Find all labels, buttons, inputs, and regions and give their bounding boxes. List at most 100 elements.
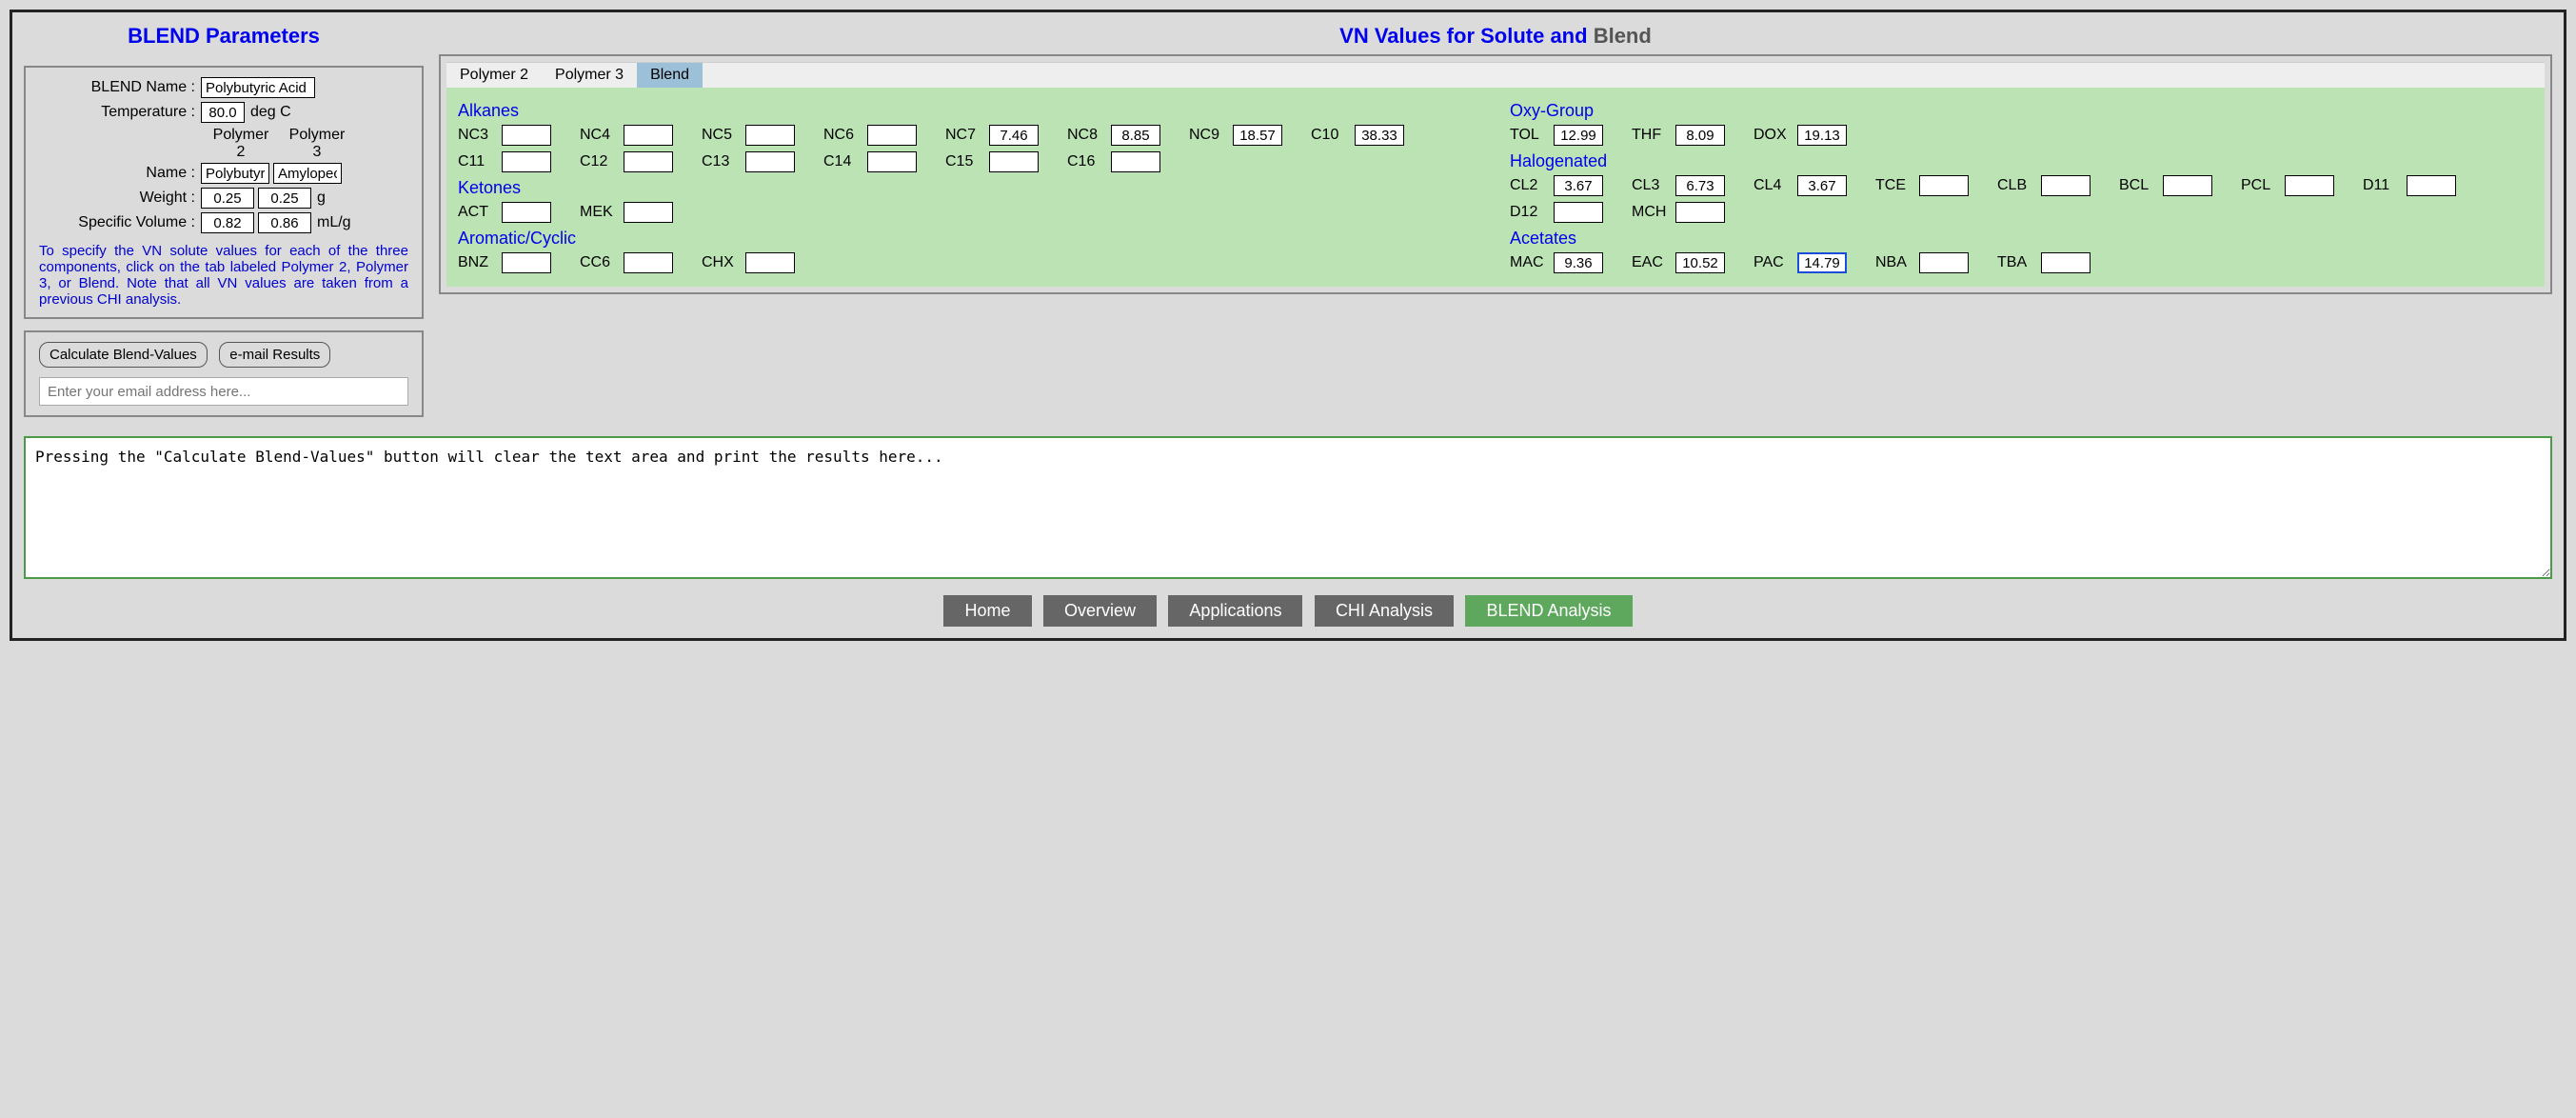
input-blend-name[interactable] <box>201 77 315 98</box>
label-spec-vol: Specific Volume : <box>39 214 201 231</box>
lbl-c13: C13 <box>702 153 745 170</box>
in-tce[interactable] <box>1919 175 1969 196</box>
lbl-cl4: CL4 <box>1754 177 1797 194</box>
in-c11[interactable] <box>502 151 551 172</box>
lbl-mch: MCH <box>1632 204 1675 221</box>
input-temperature[interactable] <box>201 102 245 123</box>
nav-home[interactable]: Home <box>943 595 1031 627</box>
in-mch[interactable] <box>1675 202 1725 223</box>
in-nc9[interactable] <box>1233 125 1282 146</box>
in-mac[interactable] <box>1554 252 1603 273</box>
vn-title-blue: VN Values for Solute and <box>1339 24 1594 48</box>
lbl-eac: EAC <box>1632 254 1675 271</box>
group-aromatic: Aromatic/Cyclic <box>458 229 1481 249</box>
in-d11[interactable] <box>2407 175 2456 196</box>
lbl-c15: C15 <box>945 153 989 170</box>
input-name-p2[interactable] <box>201 163 269 184</box>
bottom-nav: Home Overview Applications CHI Analysis … <box>24 595 2552 627</box>
lbl-c11: C11 <box>458 153 502 170</box>
grid-alkanes: NC3 NC4 NC5 NC6 NC7 NC8 NC9 C10 C11 C12 … <box>458 125 1481 172</box>
lbl-cl3: CL3 <box>1632 177 1675 194</box>
actions-panel: Calculate Blend-Values e-mail Results <box>24 330 424 417</box>
in-clb[interactable] <box>2041 175 2091 196</box>
nav-blend-analysis[interactable]: BLEND Analysis <box>1465 595 1632 627</box>
in-nc8[interactable] <box>1111 125 1160 146</box>
vn-panel: Polymer 2 Polymer 3 Blend Alkanes NC3 NC… <box>439 54 2552 294</box>
in-nc4[interactable] <box>624 125 673 146</box>
lbl-nc8: NC8 <box>1067 127 1111 144</box>
input-weight-p2[interactable] <box>201 188 254 209</box>
row-spec-vol: Specific Volume : mL/g <box>39 212 408 233</box>
lbl-thf: THF <box>1632 127 1675 144</box>
nav-chi-analysis[interactable]: CHI Analysis <box>1315 595 1454 627</box>
in-nba[interactable] <box>1919 252 1969 273</box>
in-cc6[interactable] <box>624 252 673 273</box>
nav-applications[interactable]: Applications <box>1168 595 1302 627</box>
in-c12[interactable] <box>624 151 673 172</box>
lbl-d12: D12 <box>1510 204 1554 221</box>
in-c10[interactable] <box>1355 125 1404 146</box>
in-tba[interactable] <box>2041 252 2091 273</box>
email-button[interactable]: e-mail Results <box>219 342 330 368</box>
tab-polymer3[interactable]: Polymer 3 <box>542 63 637 88</box>
in-thf[interactable] <box>1675 125 1725 146</box>
in-pac[interactable] <box>1797 252 1847 273</box>
lbl-cc6: CC6 <box>580 254 624 271</box>
in-c16[interactable] <box>1111 151 1160 172</box>
lbl-c12: C12 <box>580 153 624 170</box>
lbl-cl2: CL2 <box>1510 177 1554 194</box>
nav-overview[interactable]: Overview <box>1043 595 1157 627</box>
lbl-pcl: PCL <box>2241 177 2285 194</box>
lbl-bcl: BCL <box>2119 177 2163 194</box>
row-temperature: Temperature : deg C <box>39 102 408 123</box>
in-mek[interactable] <box>624 202 673 223</box>
vn-title-grey: Blend <box>1594 24 1652 48</box>
in-eac[interactable] <box>1675 252 1725 273</box>
in-cl4[interactable] <box>1797 175 1847 196</box>
lbl-d11: D11 <box>2363 177 2407 194</box>
input-weight-p3[interactable] <box>258 188 311 209</box>
in-nc5[interactable] <box>745 125 795 146</box>
input-sv-p3[interactable] <box>258 212 311 233</box>
in-bnz[interactable] <box>502 252 551 273</box>
lbl-nc3: NC3 <box>458 127 502 144</box>
in-nc3[interactable] <box>502 125 551 146</box>
in-cl3[interactable] <box>1675 175 1725 196</box>
lbl-nc4: NC4 <box>580 127 624 144</box>
lbl-pac: PAC <box>1754 254 1797 271</box>
calculate-button[interactable]: Calculate Blend-Values <box>39 342 208 368</box>
blend-params-panel: BLEND Name : Temperature : deg C Polymer… <box>24 66 424 319</box>
in-c14[interactable] <box>867 151 917 172</box>
grid-aromatic: BNZ CC6 CHX <box>458 252 1481 273</box>
lbl-mac: MAC <box>1510 254 1554 271</box>
in-nc7[interactable] <box>989 125 1039 146</box>
in-c15[interactable] <box>989 151 1039 172</box>
in-dox[interactable] <box>1797 125 1847 146</box>
in-nc6[interactable] <box>867 125 917 146</box>
lbl-nc9: NC9 <box>1189 127 1233 144</box>
lbl-act: ACT <box>458 204 502 221</box>
in-cl2[interactable] <box>1554 175 1603 196</box>
in-tol[interactable] <box>1554 125 1603 146</box>
right-column: VN Values for Solute and Blend Polymer 2… <box>439 24 2552 294</box>
params-note: To specify the VN solute values for each… <box>39 243 408 308</box>
input-name-p3[interactable] <box>273 163 342 184</box>
results-textarea[interactable] <box>24 436 2552 579</box>
tab-blend[interactable]: Blend <box>637 63 703 88</box>
group-acetates: Acetates <box>1510 229 2533 249</box>
in-c13[interactable] <box>745 151 795 172</box>
input-sv-p2[interactable] <box>201 212 254 233</box>
tab-polymer2[interactable]: Polymer 2 <box>446 63 542 88</box>
vn-body: Alkanes NC3 NC4 NC5 NC6 NC7 NC8 NC9 C10 … <box>446 88 2545 287</box>
lbl-dox: DOX <box>1754 127 1797 144</box>
in-act[interactable] <box>502 202 551 223</box>
grid-oxy: TOL THF DOX <box>1510 125 2533 146</box>
email-input[interactable] <box>39 377 408 406</box>
tab-bar: Polymer 2 Polymer 3 Blend <box>446 62 2545 88</box>
in-bcl[interactable] <box>2163 175 2212 196</box>
in-chx[interactable] <box>745 252 795 273</box>
left-column: BLEND Parameters BLEND Name : Temperatur… <box>24 24 424 417</box>
in-pcl[interactable] <box>2285 175 2334 196</box>
in-d12[interactable] <box>1554 202 1603 223</box>
vn-title: VN Values for Solute and Blend <box>439 24 2552 49</box>
